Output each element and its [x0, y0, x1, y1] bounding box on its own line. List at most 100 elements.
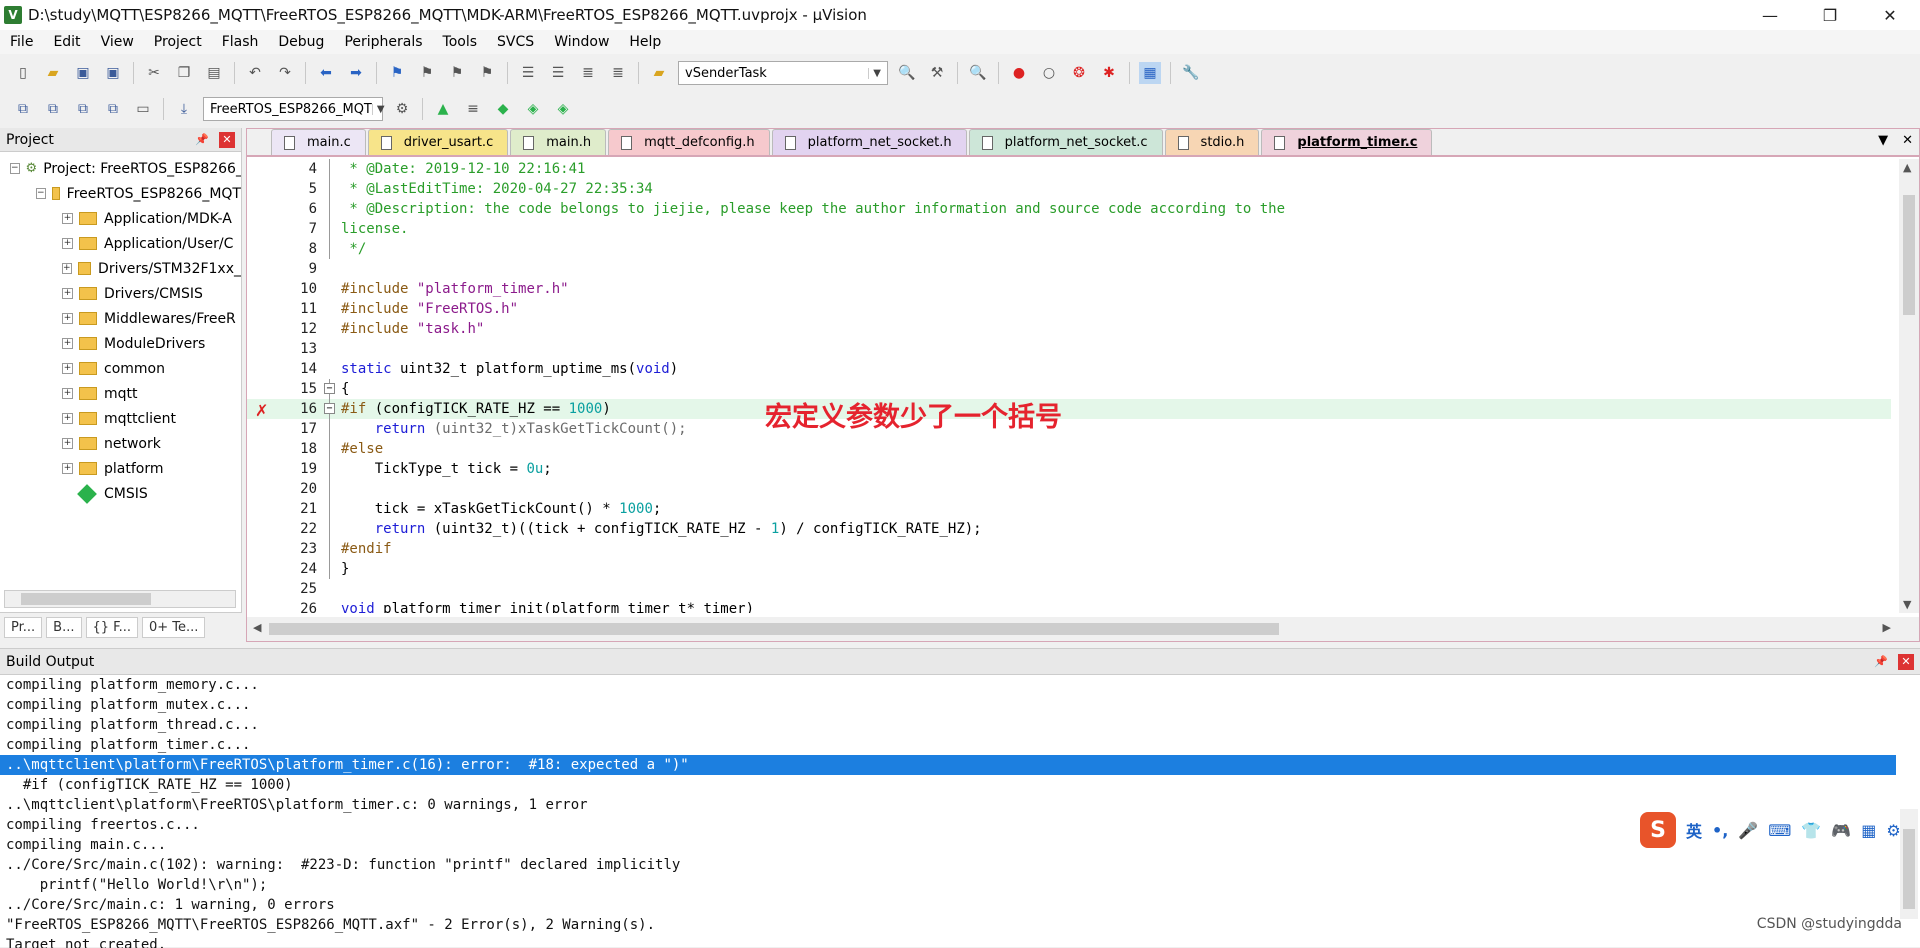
tree-item-group[interactable]: + platform [0, 456, 241, 481]
tree-item-group[interactable]: + ModuleDrivers [0, 331, 241, 356]
menu-project[interactable]: Project [144, 34, 212, 50]
code-line[interactable]: 7 license. [247, 219, 1891, 239]
tree-item-group[interactable]: + common [0, 356, 241, 381]
code-line[interactable]: 21 tick = xTaskGetTickCount() * 1000; [247, 499, 1891, 519]
stop-build-icon[interactable]: ▭ [132, 98, 154, 120]
uncomment-icon[interactable]: ≣ [607, 62, 629, 84]
code-line[interactable]: 12 #include "task.h" [247, 319, 1891, 339]
file-tab[interactable]: mqtt_defconfig.h [608, 129, 770, 155]
tree-item-group[interactable]: + Middlewares/FreeR [0, 306, 241, 331]
tree-item-target[interactable]: − FreeRTOS_ESP8266_MQT [0, 181, 241, 206]
build-output-line[interactable]: ../Core/Src/main.c(102): warning: #223-D… [0, 855, 1896, 875]
menu-help[interactable]: Help [619, 34, 671, 50]
build-output-line[interactable]: compiling freertos.c... [0, 815, 1896, 835]
file-tab[interactable]: main.c [271, 129, 366, 155]
configure-icon[interactable]: 🔧 [1180, 62, 1202, 84]
code-line[interactable]: 20 [247, 479, 1891, 499]
ime-logo-icon[interactable]: S [1640, 812, 1676, 848]
build-output-line[interactable]: ../Core/Src/main.c: 1 warning, 0 errors [0, 895, 1896, 915]
file-tab[interactable]: stdio.h [1164, 129, 1260, 155]
bookmark-icon[interactable]: ⚑ [386, 62, 408, 84]
save-icon[interactable]: ▣ [72, 62, 94, 84]
pack-installer-icon[interactable]: ◈ [522, 98, 544, 120]
menu-file[interactable]: File [0, 34, 43, 50]
expand-icon[interactable]: + [62, 288, 73, 299]
chevron-down-icon[interactable]: ▼ [371, 103, 385, 115]
file-tab[interactable]: platform_timer.c [1261, 129, 1433, 155]
code-line[interactable]: 16− #if (configTICK_RATE_HZ == 1000) [247, 399, 1891, 419]
file-tab[interactable]: platform_net_socket.c [968, 129, 1163, 155]
expand-icon[interactable]: + [62, 263, 72, 274]
code-line[interactable]: 22 return (uint32_t)((tick + configTICK_… [247, 519, 1891, 539]
target-options-icon[interactable]: ⚙ [391, 98, 413, 120]
code-line[interactable]: 14 static uint32_t platform_uptime_ms(voi… [247, 359, 1891, 379]
tab-project[interactable]: Pr... [4, 617, 43, 638]
rebuild-icon[interactable]: ⧉ [72, 98, 94, 120]
code-line[interactable]: 5 * @LastEditTime: 2020-04-27 22:35:34 [247, 179, 1891, 199]
tree-item-cmsis[interactable]: CMSIS [0, 481, 241, 506]
editor-vertical-scrollbar[interactable]: ▲ ▼ [1899, 159, 1919, 613]
build-icon[interactable]: ⧉ [42, 98, 64, 120]
menu-flash[interactable]: Flash [212, 34, 269, 50]
batch-build-icon[interactable]: ⧉ [102, 98, 124, 120]
expand-icon[interactable]: + [62, 413, 73, 424]
collapse-icon[interactable]: − [324, 383, 335, 394]
project-horizontal-scrollbar[interactable] [4, 590, 236, 608]
build-output-line[interactable]: compiling main.c... [0, 835, 1896, 855]
expand-icon[interactable]: + [62, 313, 73, 324]
run-time-environment-icon[interactable]: ◈ [552, 98, 574, 120]
nav-forward-icon[interactable]: ➡ [345, 62, 367, 84]
code-line[interactable]: 8 */ [247, 239, 1891, 259]
build-output-line[interactable]: compiling platform_mutex.c... [0, 695, 1896, 715]
build-output-line[interactable]: compiling platform_thread.c... [0, 715, 1896, 735]
build-output-line[interactable]: ..\mqttclient\platform\FreeRTOS\platform… [0, 755, 1896, 775]
breakpoint-icon[interactable]: ● [1008, 62, 1030, 84]
bookmark-next-icon[interactable]: ⚑ [446, 62, 468, 84]
ime-punctuation-icon[interactable]: •, [1712, 821, 1728, 840]
tab-list-icon[interactable]: ▼ [1878, 133, 1888, 148]
translate-icon[interactable]: ⧉ [12, 98, 34, 120]
menu-svcs[interactable]: SVCS [487, 34, 544, 50]
scrollbar-thumb[interactable] [269, 623, 1279, 635]
new-file-icon[interactable]: ▯ [12, 62, 34, 84]
code-view[interactable]: 26 void platform_timer_init(platform_time… [247, 159, 1919, 613]
expand-icon[interactable]: + [62, 438, 73, 449]
paste-icon[interactable]: ▤ [203, 62, 225, 84]
expand-icon[interactable]: + [62, 238, 73, 249]
scroll-left-icon[interactable]: ◀ [253, 621, 261, 634]
code-line[interactable]: 24} [247, 559, 1891, 579]
scroll-right-icon[interactable]: ▶ [1883, 621, 1891, 634]
find-in-files-icon[interactable]: ▰ [648, 62, 670, 84]
manage-components-icon[interactable]: ▲ [432, 98, 454, 120]
scrollbar-thumb[interactable] [1903, 195, 1915, 315]
code-line[interactable]: 25 [247, 579, 1891, 599]
copy-icon[interactable]: ❐ [173, 62, 195, 84]
undo-icon[interactable]: ↶ [244, 62, 266, 84]
nav-back-icon[interactable]: ⬅ [315, 62, 337, 84]
window-layout-icon[interactable]: ▦ [1139, 62, 1161, 84]
target-select[interactable]: FreeRTOS_ESP8266_MQT ▼ [203, 97, 385, 121]
ime-skin-icon[interactable]: 👕 [1801, 821, 1821, 840]
code-line[interactable]: 26 void platform_timer_init(platform_time… [247, 599, 1891, 613]
ime-settings-icon[interactable]: ⚙ [1886, 821, 1900, 840]
incremental-find-icon[interactable]: ⚒ [926, 62, 948, 84]
tab-books[interactable]: B... [46, 617, 82, 638]
code-line[interactable]: 15−{ [247, 379, 1891, 399]
build-output-line[interactable]: compiling platform_timer.c... [0, 735, 1896, 755]
cut-icon[interactable]: ✂ [143, 62, 165, 84]
find-icon[interactable]: 🔍 [896, 62, 918, 84]
scrollbar-thumb[interactable] [21, 593, 151, 605]
find-combo[interactable]: vSenderTask ▼ [678, 61, 888, 85]
bookmark-prev-icon[interactable]: ⚑ [416, 62, 438, 84]
download-icon[interactable]: ⤓ [173, 98, 195, 120]
build-output-line[interactable]: ..\mqttclient\platform\FreeRTOS\platform… [0, 795, 1896, 815]
build-output-line[interactable]: printf("Hello World!\r\n"); [0, 875, 1896, 895]
bookmark-clear-icon[interactable]: ⚑ [476, 62, 498, 84]
code-line[interactable]: 11 #include "FreeRTOS.h" [247, 299, 1891, 319]
menu-window[interactable]: Window [544, 34, 619, 50]
file-tab[interactable]: main.h [510, 129, 607, 155]
tree-item-group[interactable]: + Drivers/CMSIS [0, 281, 241, 306]
chevron-down-icon[interactable]: ▼ [868, 67, 881, 79]
save-all-icon[interactable]: ▣ [102, 62, 124, 84]
scroll-up-icon[interactable]: ▲ [1903, 161, 1911, 174]
